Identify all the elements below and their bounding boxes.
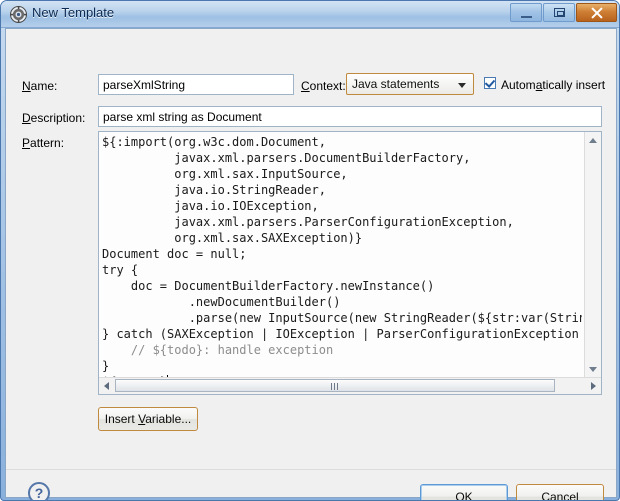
- code-line: org.xml.sax.SAXException)}: [102, 231, 363, 245]
- maximize-icon: [554, 8, 565, 17]
- pattern-editor[interactable]: ${:import(org.w3c.dom.Document, javax.xm…: [98, 131, 602, 395]
- automatically-insert-label[interactable]: Automatically insert: [501, 78, 605, 92]
- insert-variable-label: Insert Variable...: [104, 412, 192, 426]
- window-title: New Template: [32, 5, 115, 20]
- minimize-button[interactable]: [510, 3, 542, 22]
- scroll-thumb-grip: [331, 383, 339, 390]
- name-label: Name:: [22, 79, 58, 93]
- code-line: // ${todo}: handle exception: [102, 342, 582, 358]
- pattern-vertical-scrollbar[interactable]: [584, 132, 601, 378]
- code-line: java.io.StringReader,: [102, 183, 326, 197]
- context-dropdown-value: Java statements: [352, 77, 440, 91]
- pattern-code-text[interactable]: ${:import(org.w3c.dom.Document, javax.xm…: [102, 134, 582, 390]
- name-input[interactable]: parseXmlString: [98, 74, 294, 95]
- scroll-down-icon[interactable]: [589, 367, 597, 372]
- code-line: Document doc = null;: [102, 247, 247, 261]
- title-bar[interactable]: New Template: [1, 1, 619, 28]
- dialog-client-area: Name: parseXmlString Context: Java state…: [5, 28, 617, 501]
- check-icon: [484, 77, 496, 88]
- code-line: javax.xml.parsers.ParserConfigurationExc…: [102, 215, 514, 229]
- code-line: ${:import(org.w3c.dom.Document,: [102, 135, 326, 149]
- scroll-up-icon[interactable]: [589, 138, 597, 143]
- cancel-button[interactable]: Cancel: [516, 484, 604, 501]
- code-line: }: [102, 359, 110, 373]
- chevron-down-icon: [458, 83, 466, 88]
- scroll-right-icon[interactable]: [591, 382, 596, 390]
- code-line: .parse(new InputSource(new StringReader(…: [102, 311, 582, 325]
- description-label: Description:: [22, 111, 86, 125]
- new-template-dialog: New Template Name: parseXmlString Contex…: [0, 0, 620, 501]
- code-line: org.xml.sax.InputSource,: [102, 167, 348, 181]
- automatically-insert-checkbox[interactable]: [484, 77, 496, 89]
- code-line: } catch (SAXException | IOException | Pa…: [102, 327, 582, 341]
- code-line: .newDocumentBuilder(): [102, 295, 341, 309]
- code-comment: // ${todo}: handle exception: [102, 343, 334, 357]
- cancel-button-label: Cancel: [541, 490, 579, 501]
- insert-variable-button[interactable]: Insert Variable...: [98, 407, 198, 431]
- horizontal-scroll-thumb[interactable]: [115, 379, 555, 392]
- button-bar-separator: [6, 469, 616, 470]
- code-line: java.io.IOException,: [102, 199, 319, 213]
- code-line: doc = DocumentBuilderFactory.newInstance…: [102, 279, 435, 293]
- ok-button[interactable]: OK: [420, 484, 508, 501]
- context-dropdown[interactable]: Java statements: [346, 73, 474, 95]
- scroll-left-icon[interactable]: [104, 382, 109, 390]
- help-button[interactable]: ?: [28, 482, 50, 500]
- ok-button-label: OK: [455, 490, 473, 501]
- eclipse-gear-icon: [10, 6, 27, 23]
- pattern-label: Pattern:: [22, 136, 65, 150]
- pattern-horizontal-scrollbar[interactable]: [99, 377, 601, 394]
- close-button[interactable]: [576, 3, 617, 22]
- maximize-button[interactable]: [543, 3, 575, 22]
- code-line: try {: [102, 263, 139, 277]
- context-label: Context:: [301, 79, 346, 93]
- code-line: javax.xml.parsers.DocumentBuilderFactory…: [102, 151, 471, 165]
- description-input[interactable]: parse xml string as Document: [98, 106, 602, 127]
